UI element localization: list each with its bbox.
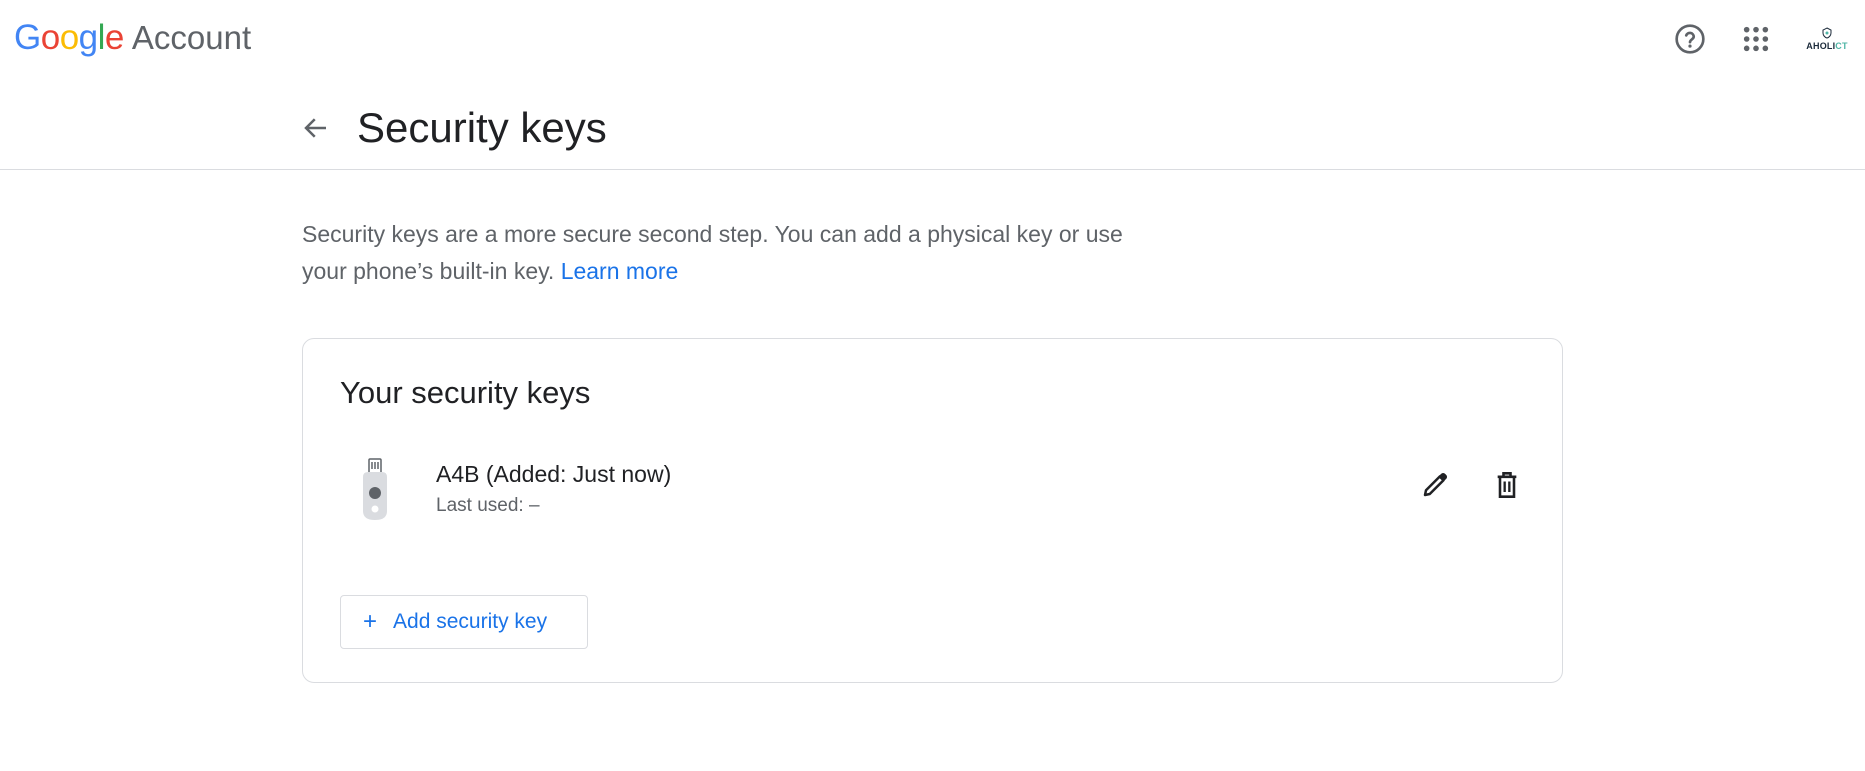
add-security-key-label: Add security key: [393, 610, 548, 633]
edit-key-button[interactable]: [1413, 463, 1457, 507]
add-security-key-button[interactable]: + Add security key: [340, 595, 588, 649]
page-description: Security keys are a more secure second s…: [302, 216, 1132, 290]
plus-icon: +: [363, 608, 378, 635]
learn-more-link[interactable]: Learn more: [561, 258, 679, 284]
page-title: Security keys: [357, 104, 607, 151]
delete-key-button[interactable]: [1485, 463, 1529, 507]
security-key-row: A4B (Added: Just now) Last used: –: [303, 457, 1562, 527]
product-name: Account: [131, 19, 252, 56]
apps-grid-icon: [1743, 26, 1769, 52]
security-keys-card: Your security keys A4B (Added: Just now)…: [302, 338, 1563, 683]
description-text: Security keys are a more secure second s…: [302, 221, 1123, 284]
back-button[interactable]: [292, 104, 340, 152]
avatar-label: AHOLICT: [1806, 41, 1848, 51]
help-circle-icon: [1675, 24, 1705, 54]
usb-security-key-icon: [363, 458, 387, 520]
account-avatar[interactable]: AHOLICT: [1800, 14, 1854, 64]
arrow-left-icon: [304, 118, 326, 138]
google-wordmark: Google: [14, 18, 124, 57]
security-key-name: A4B (Added: Just now): [436, 461, 672, 487]
apps-button[interactable]: [1732, 15, 1780, 63]
pencil-icon: [1423, 472, 1448, 497]
help-button[interactable]: [1666, 15, 1714, 63]
security-key-last-used: Last used: –: [436, 495, 540, 516]
avatar-logo-mark-icon: [1822, 27, 1832, 39]
card-title: Your security keys: [340, 375, 591, 410]
top-bar: Google Account AHOLICT: [0, 0, 1865, 78]
google-account-logo[interactable]: Google Account: [14, 18, 251, 58]
header-divider: [0, 169, 1865, 170]
trash-icon: [1497, 472, 1517, 498]
